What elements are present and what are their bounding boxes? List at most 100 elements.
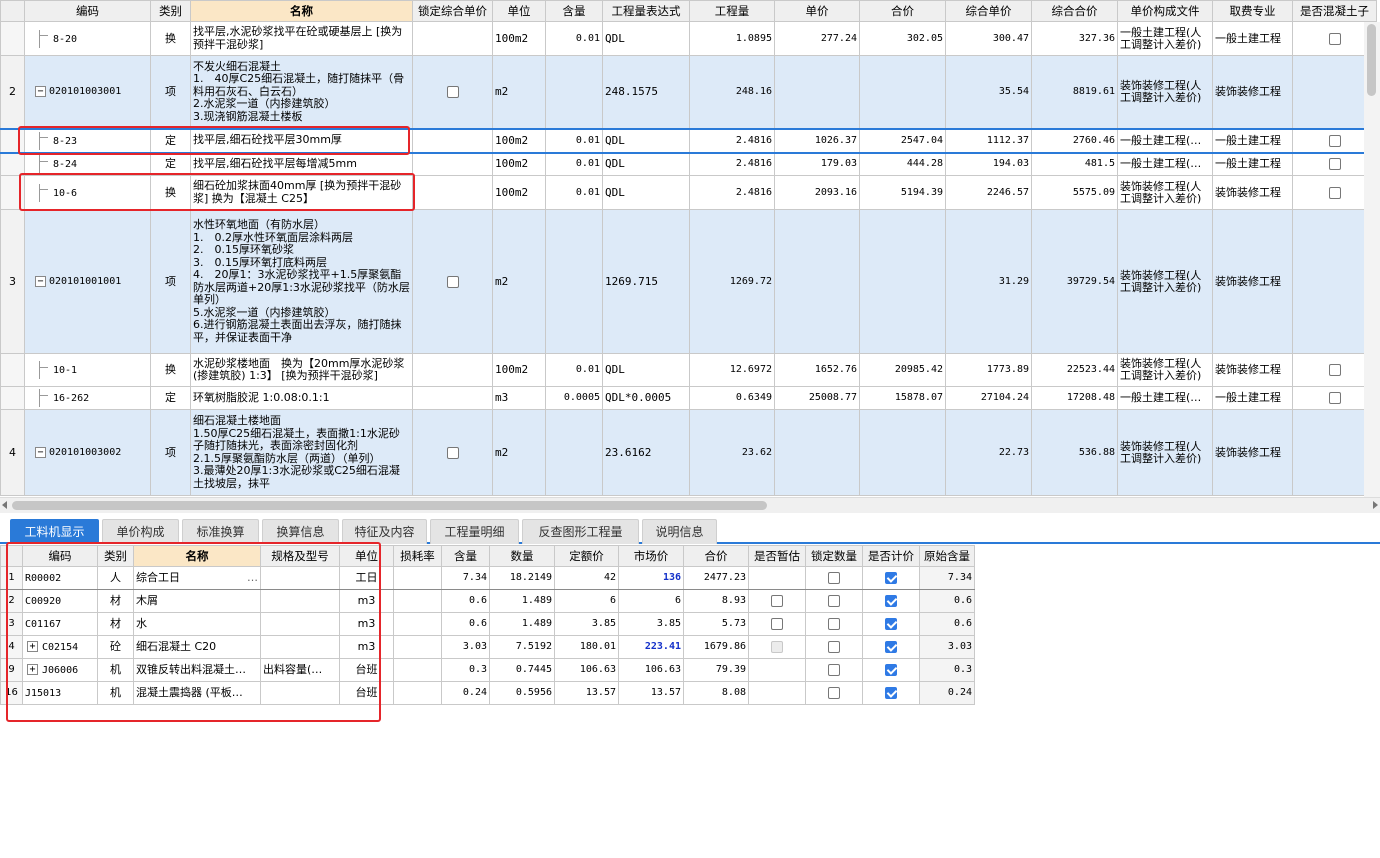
expression-cell[interactable]: 1269.715: [602, 209, 690, 354]
priced-cell[interactable]: [862, 681, 920, 705]
original-content-cell[interactable]: 0.6: [919, 612, 975, 636]
market-price-cell[interactable]: 6: [618, 589, 684, 613]
price-file-cell[interactable]: 一般土建工程(…: [1117, 386, 1213, 410]
unit-price-cell[interactable]: [774, 55, 860, 129]
price-file-cell[interactable]: 装饰装修工程(人工调整计入差价): [1117, 409, 1213, 496]
top-col-header[interactable]: 名称: [190, 0, 413, 22]
quantity-cell[interactable]: 1.0895: [689, 21, 775, 56]
priced-checkbox[interactable]: [885, 595, 897, 607]
name-cell[interactable]: 细石混凝土 C20: [133, 635, 261, 659]
top-col-header[interactable]: 综合合价: [1031, 0, 1118, 22]
lock-price-cell[interactable]: [412, 353, 493, 387]
lock-quantity-checkbox[interactable]: [828, 664, 840, 676]
bottom-col-header[interactable]: 规格及型号: [260, 545, 340, 567]
collapse-icon[interactable]: −: [35, 275, 46, 287]
lock-price-cell[interactable]: [412, 409, 493, 496]
original-content-cell[interactable]: 0.24: [919, 681, 975, 705]
unit-price-cell[interactable]: 179.03: [774, 152, 860, 176]
priced-checkbox[interactable]: [885, 664, 897, 676]
code-cell[interactable]: R00002: [22, 566, 98, 590]
category-cell[interactable]: 换: [150, 21, 191, 56]
unit-cell[interactable]: 100m2: [492, 353, 546, 387]
category-cell[interactable]: 定: [150, 152, 191, 176]
unit-price-cell[interactable]: 1652.76: [774, 353, 860, 387]
bill-item-row[interactable]: 3−020101001001 项水性环氧地面（有防水层） 1. 0.2厚水性环氧面…: [0, 209, 1377, 354]
priced-checkbox[interactable]: [885, 641, 897, 653]
top-col-header[interactable]: 类别: [150, 0, 191, 22]
unit-cell[interactable]: 台班: [339, 681, 394, 705]
bottom-col-header[interactable]: 单位: [339, 545, 394, 567]
fee-major-cell[interactable]: 一般土建工程: [1212, 152, 1293, 176]
composite-price-cell[interactable]: 194.03: [945, 152, 1032, 176]
priced-cell[interactable]: [862, 612, 920, 636]
category-cell[interactable]: 项: [150, 55, 191, 129]
fee-major-cell[interactable]: 一般土建工程: [1212, 127, 1293, 154]
resource-row[interactable]: 9 + J06006 机双锥反转出料混凝土… 出料容量(… 台班 0.3 0.7445 106.…: [0, 658, 975, 682]
vertical-scrollbar[interactable]: [1364, 22, 1380, 497]
bottom-col-header[interactable]: 类别: [97, 545, 134, 567]
bill-item-row[interactable]: 2−020101003001 项不发火细石混凝土 1. 40厚C25细石混凝土，随…: [0, 55, 1377, 129]
lock-price-checkbox[interactable]: [446, 275, 459, 288]
collapse-icon[interactable]: −: [35, 85, 46, 97]
quota-price-cell[interactable]: 42: [554, 566, 619, 590]
tab-5[interactable]: 工程量明细: [430, 519, 519, 544]
quota-row[interactable]: 8-23 定找平层,细石砼找平层30mm厚 100m2 0.01 QDL 2.4816 10…: [0, 127, 1377, 154]
lock-price-cell[interactable]: [412, 175, 493, 210]
name-cell[interactable]: 混凝土震捣器 (平板…: [133, 681, 261, 705]
lock-quantity-checkbox[interactable]: [828, 595, 840, 607]
concrete-checkbox[interactable]: [1328, 134, 1341, 147]
name-cell[interactable]: 环氧树脂胶泥 1:0.08:0.1:1: [190, 386, 413, 410]
top-col-header[interactable]: 单价: [774, 0, 860, 22]
quantity-cell[interactable]: 1.489: [489, 589, 555, 613]
quantity-cell[interactable]: 0.5956: [489, 681, 555, 705]
category-cell[interactable]: 人: [97, 566, 134, 590]
price-file-cell[interactable]: 装饰装修工程(人工调整计入差价): [1117, 209, 1213, 354]
resource-row[interactable]: 2 C00920 材木屑 m3 0.6 1.489 6 6 8.93 0.6: [0, 589, 975, 613]
original-content-cell[interactable]: 0.6: [919, 589, 975, 613]
lock-quantity-checkbox[interactable]: [828, 572, 840, 584]
fee-major-cell[interactable]: 一般土建工程: [1212, 386, 1293, 410]
expand-icon[interactable]: +: [27, 641, 38, 652]
priced-cell[interactable]: [862, 589, 920, 613]
expression-cell[interactable]: QDL: [602, 175, 690, 210]
code-cell[interactable]: 10-6: [24, 175, 151, 210]
code-cell[interactable]: C01167: [22, 612, 98, 636]
total-cell[interactable]: 8.08: [683, 681, 749, 705]
expression-cell[interactable]: QDL: [602, 353, 690, 387]
composite-total-cell[interactable]: 481.5: [1031, 152, 1118, 176]
content-cell[interactable]: [545, 409, 603, 496]
resource-row[interactable]: 16 J15013 机混凝土震捣器 (平板… 台班 0.24 0.5956 13.57 13.…: [0, 681, 975, 705]
category-cell[interactable]: 定: [150, 386, 191, 410]
unit-cell[interactable]: 100m2: [492, 152, 546, 176]
bottom-col-header[interactable]: 是否暂估: [748, 545, 806, 567]
total-price-cell[interactable]: 2547.04: [859, 127, 946, 154]
tab-7[interactable]: 说明信息: [642, 519, 717, 544]
name-cell[interactable]: 水: [133, 612, 261, 636]
lock-price-checkbox[interactable]: [446, 85, 459, 98]
name-cell[interactable]: 不发火细石混凝土 1. 40厚C25细石混凝土，随打随抹平（骨料用石灰石、白云石…: [190, 55, 413, 129]
price-file-cell[interactable]: 一般土建工程(人工调整计入差价): [1117, 21, 1213, 56]
content-cell[interactable]: 0.0005: [545, 386, 603, 410]
loss-rate-cell[interactable]: [393, 612, 442, 636]
quantity-cell[interactable]: 1269.72: [689, 209, 775, 354]
total-price-cell[interactable]: 20985.42: [859, 353, 946, 387]
loss-rate-cell[interactable]: [393, 566, 442, 590]
unit-price-cell[interactable]: 25008.77: [774, 386, 860, 410]
top-col-header[interactable]: 单位: [492, 0, 546, 22]
price-file-cell[interactable]: 装饰装修工程(人工调整计入差价): [1117, 353, 1213, 387]
resource-row[interactable]: 4 + C02154 砼细石混凝土 C20 m3 3.03 7.5192 180.01 223.…: [0, 635, 975, 659]
composite-total-cell[interactable]: 17208.48: [1031, 386, 1118, 410]
expression-cell[interactable]: QDL: [602, 152, 690, 176]
bottom-col-header[interactable]: 合价: [683, 545, 749, 567]
bottom-col-header[interactable]: 定额价: [554, 545, 619, 567]
composite-total-cell[interactable]: 5575.09: [1031, 175, 1118, 210]
fee-major-cell[interactable]: 一般土建工程: [1212, 21, 1293, 56]
top-col-header[interactable]: 是否混凝土子: [1292, 0, 1377, 22]
spec-cell[interactable]: [260, 566, 340, 590]
total-price-cell[interactable]: 302.05: [859, 21, 946, 56]
quota-price-cell[interactable]: 106.63: [554, 658, 619, 682]
top-col-header[interactable]: 综合单价: [945, 0, 1032, 22]
expand-icon[interactable]: +: [27, 664, 38, 675]
total-cell[interactable]: 1679.86: [683, 635, 749, 659]
bill-item-row[interactable]: 4−020101003002 项细石混凝土楼地面 1.50厚C25细石混凝土，表面…: [0, 409, 1377, 496]
